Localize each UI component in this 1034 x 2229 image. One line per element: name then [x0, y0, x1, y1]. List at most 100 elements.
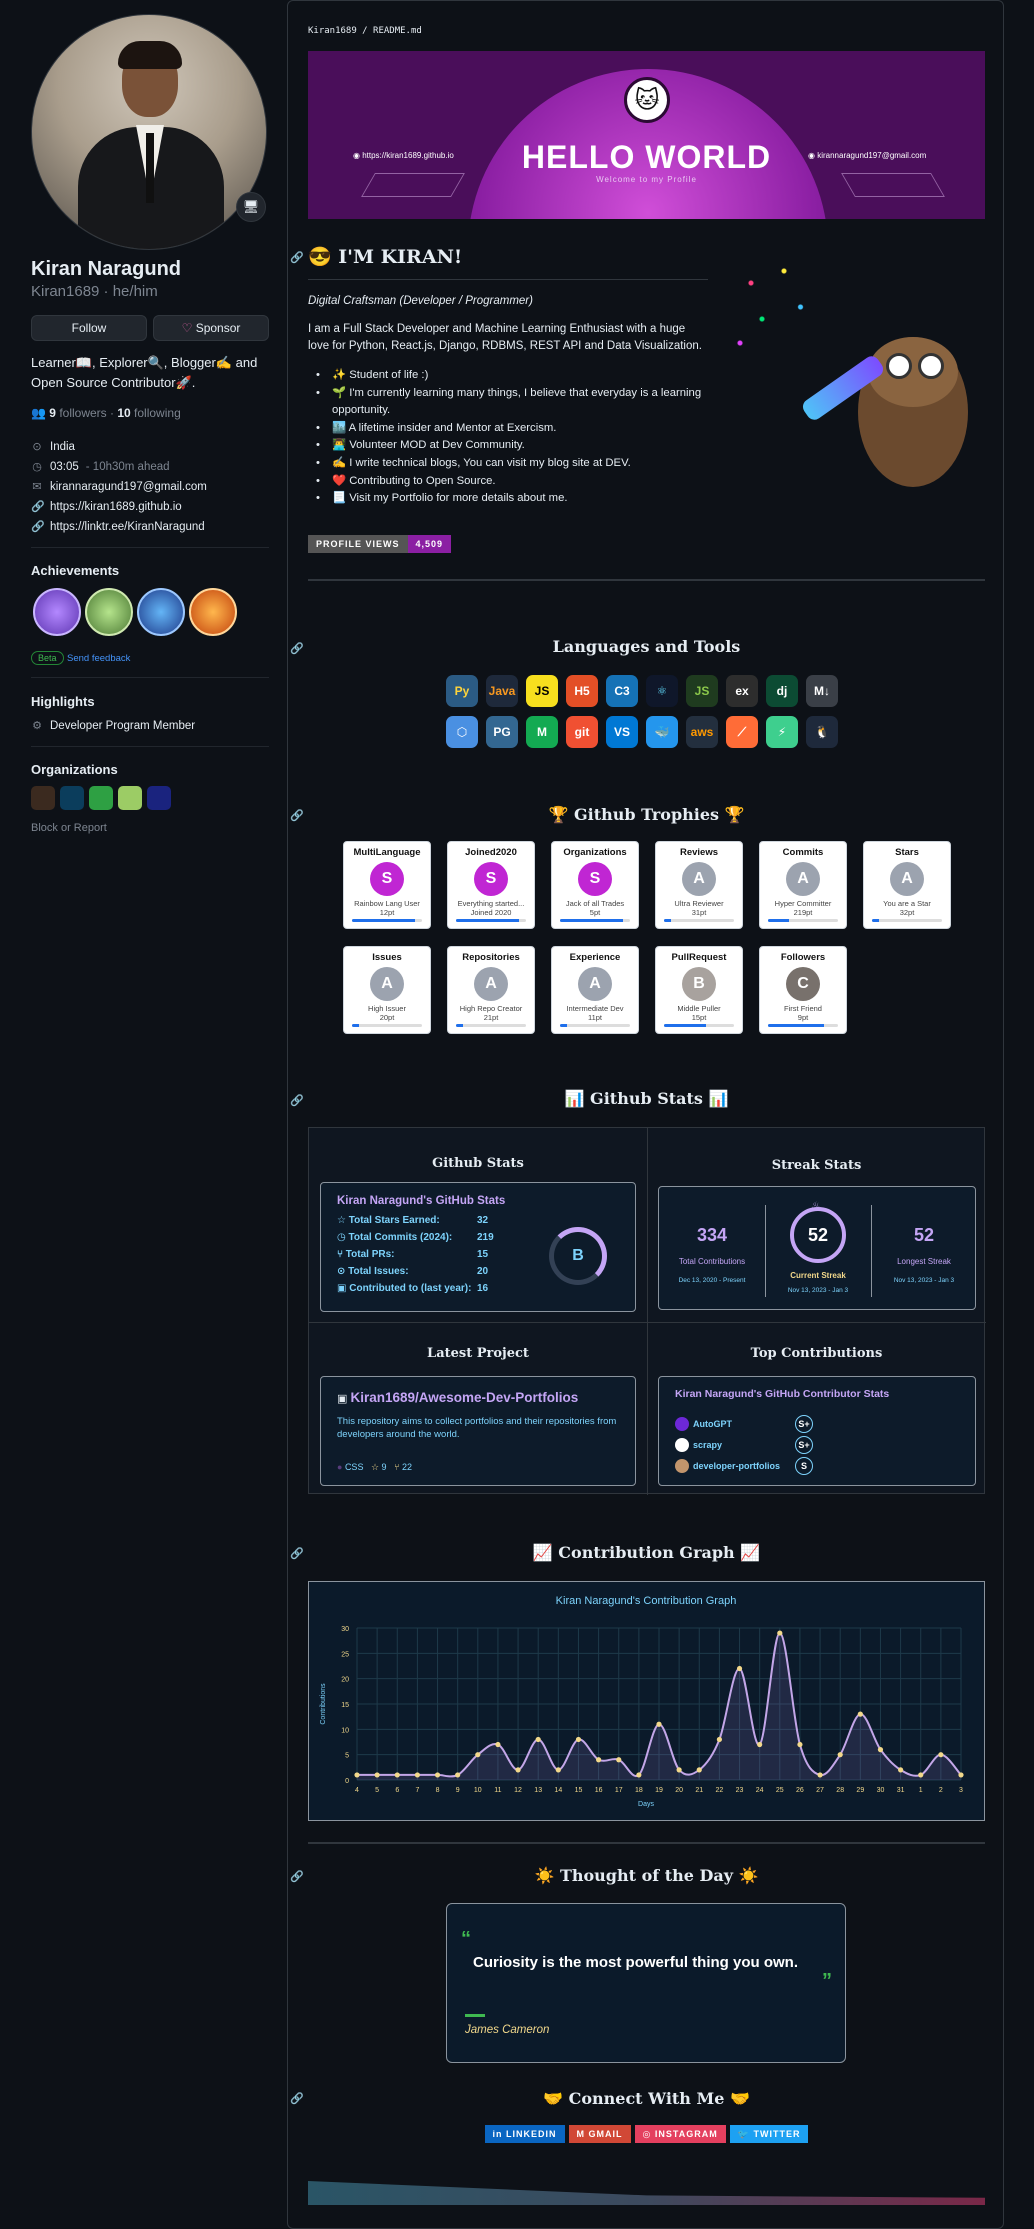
org-avatar[interactable] [31, 786, 55, 810]
tool-icon: VS [606, 716, 638, 748]
project-name[interactable]: ▣ Kiran1689/Awesome-Dev-Portfolios [321, 1377, 635, 1405]
linkedin-badge[interactable]: in LINKEDIN [484, 2125, 565, 2143]
x-tick-label: 31 [897, 1787, 905, 1794]
tool-icon: Py [446, 675, 478, 707]
following-label[interactable]: following [134, 406, 181, 420]
avatar[interactable] [31, 14, 267, 250]
anchor-link-icon[interactable]: 🔗 [290, 1094, 304, 1107]
tool-icon: Java [486, 675, 518, 707]
tool-icon: H5 [566, 675, 598, 707]
data-point [414, 1772, 420, 1778]
data-point [656, 1721, 662, 1727]
trophy-progress [560, 919, 630, 922]
readme-path[interactable]: Kiran1689 / README.md [308, 26, 422, 36]
link-icon: 🔗 [31, 501, 45, 513]
repo-rank: S+ [795, 1436, 813, 1454]
top-contrib-title: Kiran Naragund's GitHub Contributor Stat… [675, 1388, 890, 1400]
highlights-title: Highlights [31, 694, 95, 709]
trophy-progress [456, 919, 526, 922]
tool-icon: ⚛ [646, 675, 678, 707]
trophy-points: 20pt [379, 1013, 395, 1022]
achievement-badge-arctic[interactable] [137, 588, 185, 636]
anchor-link-icon[interactable]: 🔗 [290, 809, 304, 822]
achievement-badge-pull-shark[interactable] [33, 588, 81, 636]
anchor-link-icon[interactable]: 🔗 [290, 1870, 304, 1883]
email-link[interactable]: kirannaragund197@gmail.com [50, 481, 207, 493]
stat-row: ▣ Contributed to (last year): 16 [337, 1283, 489, 1294]
org-avatar[interactable] [147, 786, 171, 810]
x-tick-label: 28 [836, 1787, 844, 1794]
repo-name: developer-portfolios [693, 1461, 781, 1471]
org-avatar[interactable] [60, 786, 84, 810]
x-tick-label: 7 [415, 1787, 419, 1794]
follow-button[interactable]: Follow [31, 315, 147, 341]
tool-icon: git [566, 716, 598, 748]
list-item: 👨‍💻 Volunteer MOD at Dev Community. [312, 437, 712, 455]
repo-icon: ▣ [337, 1393, 351, 1405]
gmail-icon: M [576, 2129, 589, 2139]
footer-wave [308, 2181, 985, 2205]
org-avatar[interactable] [118, 786, 142, 810]
trophy-subtitle: High Repo Creator [459, 1004, 523, 1013]
followers-label[interactable]: followers [59, 406, 106, 420]
top-contributions-heading: Top Contributions [750, 1346, 883, 1361]
anchor-link-icon[interactable]: 🔗 [290, 2092, 304, 2105]
x-tick-label: 29 [856, 1787, 864, 1794]
trophy-cup-icon: A [890, 862, 924, 896]
contrib-repo-row[interactable]: developer-portfolios S [675, 1457, 813, 1475]
profile-login: Kiran1689 · he/him [31, 283, 158, 300]
close-quote-icon: ” [822, 1970, 832, 1992]
trophy-points: 15pt [691, 1013, 707, 1022]
website-link[interactable]: https://kiran1689.github.io [50, 501, 182, 513]
trophy-progress [768, 919, 838, 922]
data-point [898, 1767, 904, 1773]
trophy-subtitle: You are a Star [883, 899, 931, 908]
list-item: ✨ Student of life :) [312, 367, 712, 385]
anchor-link-icon[interactable]: 🔗 [290, 251, 304, 264]
globe-icon: ◉ [353, 151, 363, 160]
twitter-badge[interactable]: 🐦 TWITTER [729, 2125, 809, 2143]
heart-icon: ♡ [181, 321, 196, 335]
contrib-repo-row[interactable]: scrapy S+ [675, 1436, 813, 1454]
divider [31, 677, 269, 678]
streak-card: 334 Total Contributions Dec 13, 2020 - P… [658, 1186, 976, 1310]
achievement-badge-quickdraw[interactable] [189, 588, 237, 636]
trophy-points: 12pt [379, 908, 395, 917]
divider [31, 547, 269, 548]
history-icon: ◷ Total Commits (2024): [337, 1232, 453, 1243]
latest-project-heading: Latest Project [427, 1346, 529, 1361]
link-icon: 🔗 [31, 521, 45, 533]
instagram-badge[interactable]: ◎ INSTAGRAM [634, 2125, 726, 2143]
x-tick-label: 14 [554, 1787, 562, 1794]
x-tick-label: 20 [675, 1787, 683, 1794]
x-tick-label: 26 [796, 1787, 804, 1794]
social-link[interactable]: https://linktr.ee/KiranNaragund [50, 521, 205, 533]
data-point [616, 1757, 622, 1763]
anchor-link-icon[interactable]: 🔗 [290, 1547, 304, 1560]
quote-text: Curiosity is the most powerful thing you… [473, 1954, 799, 1971]
anchor-link-icon[interactable]: 🔗 [290, 642, 304, 655]
y-tick-label: 20 [341, 1677, 349, 1684]
achievement-badge-yolo[interactable] [85, 588, 133, 636]
send-feedback-link[interactable]: Send feedback [67, 653, 130, 664]
contrib-heading: 📈 Contribution Graph 📈 [532, 1543, 761, 1562]
owl-eye [886, 353, 912, 379]
trophy-progress [456, 1024, 526, 1027]
follow-counts: 👥 9 followers · 10 following [31, 406, 181, 420]
block-report-link[interactable]: Block or Report [31, 822, 107, 834]
following-count[interactable]: 10 [117, 406, 130, 420]
trophy-progress [664, 919, 734, 922]
project-card[interactable]: ▣ Kiran1689/Awesome-Dev-Portfolios This … [320, 1376, 636, 1486]
status-icon[interactable]: 🖥 [236, 192, 266, 222]
gmail-badge[interactable]: M GMAIL [568, 2125, 631, 2143]
sponsor-button[interactable]: ♡ Sponsor [153, 315, 269, 341]
languages-heading: Languages and Tools [552, 637, 741, 656]
trophy-subtitle: Middle Puller [677, 1004, 721, 1013]
time-offset: - 10h30m ahead [85, 460, 170, 473]
contrib-repo-row[interactable]: AutoGPT S+ [675, 1415, 813, 1433]
data-point [736, 1665, 743, 1672]
github-stats-card: Kiran Naragund's GitHub Stats ☆ Total St… [320, 1182, 636, 1312]
tool-icon: JS [686, 675, 718, 707]
org-avatar[interactable] [89, 786, 113, 810]
followers-count[interactable]: 9 [49, 406, 56, 420]
